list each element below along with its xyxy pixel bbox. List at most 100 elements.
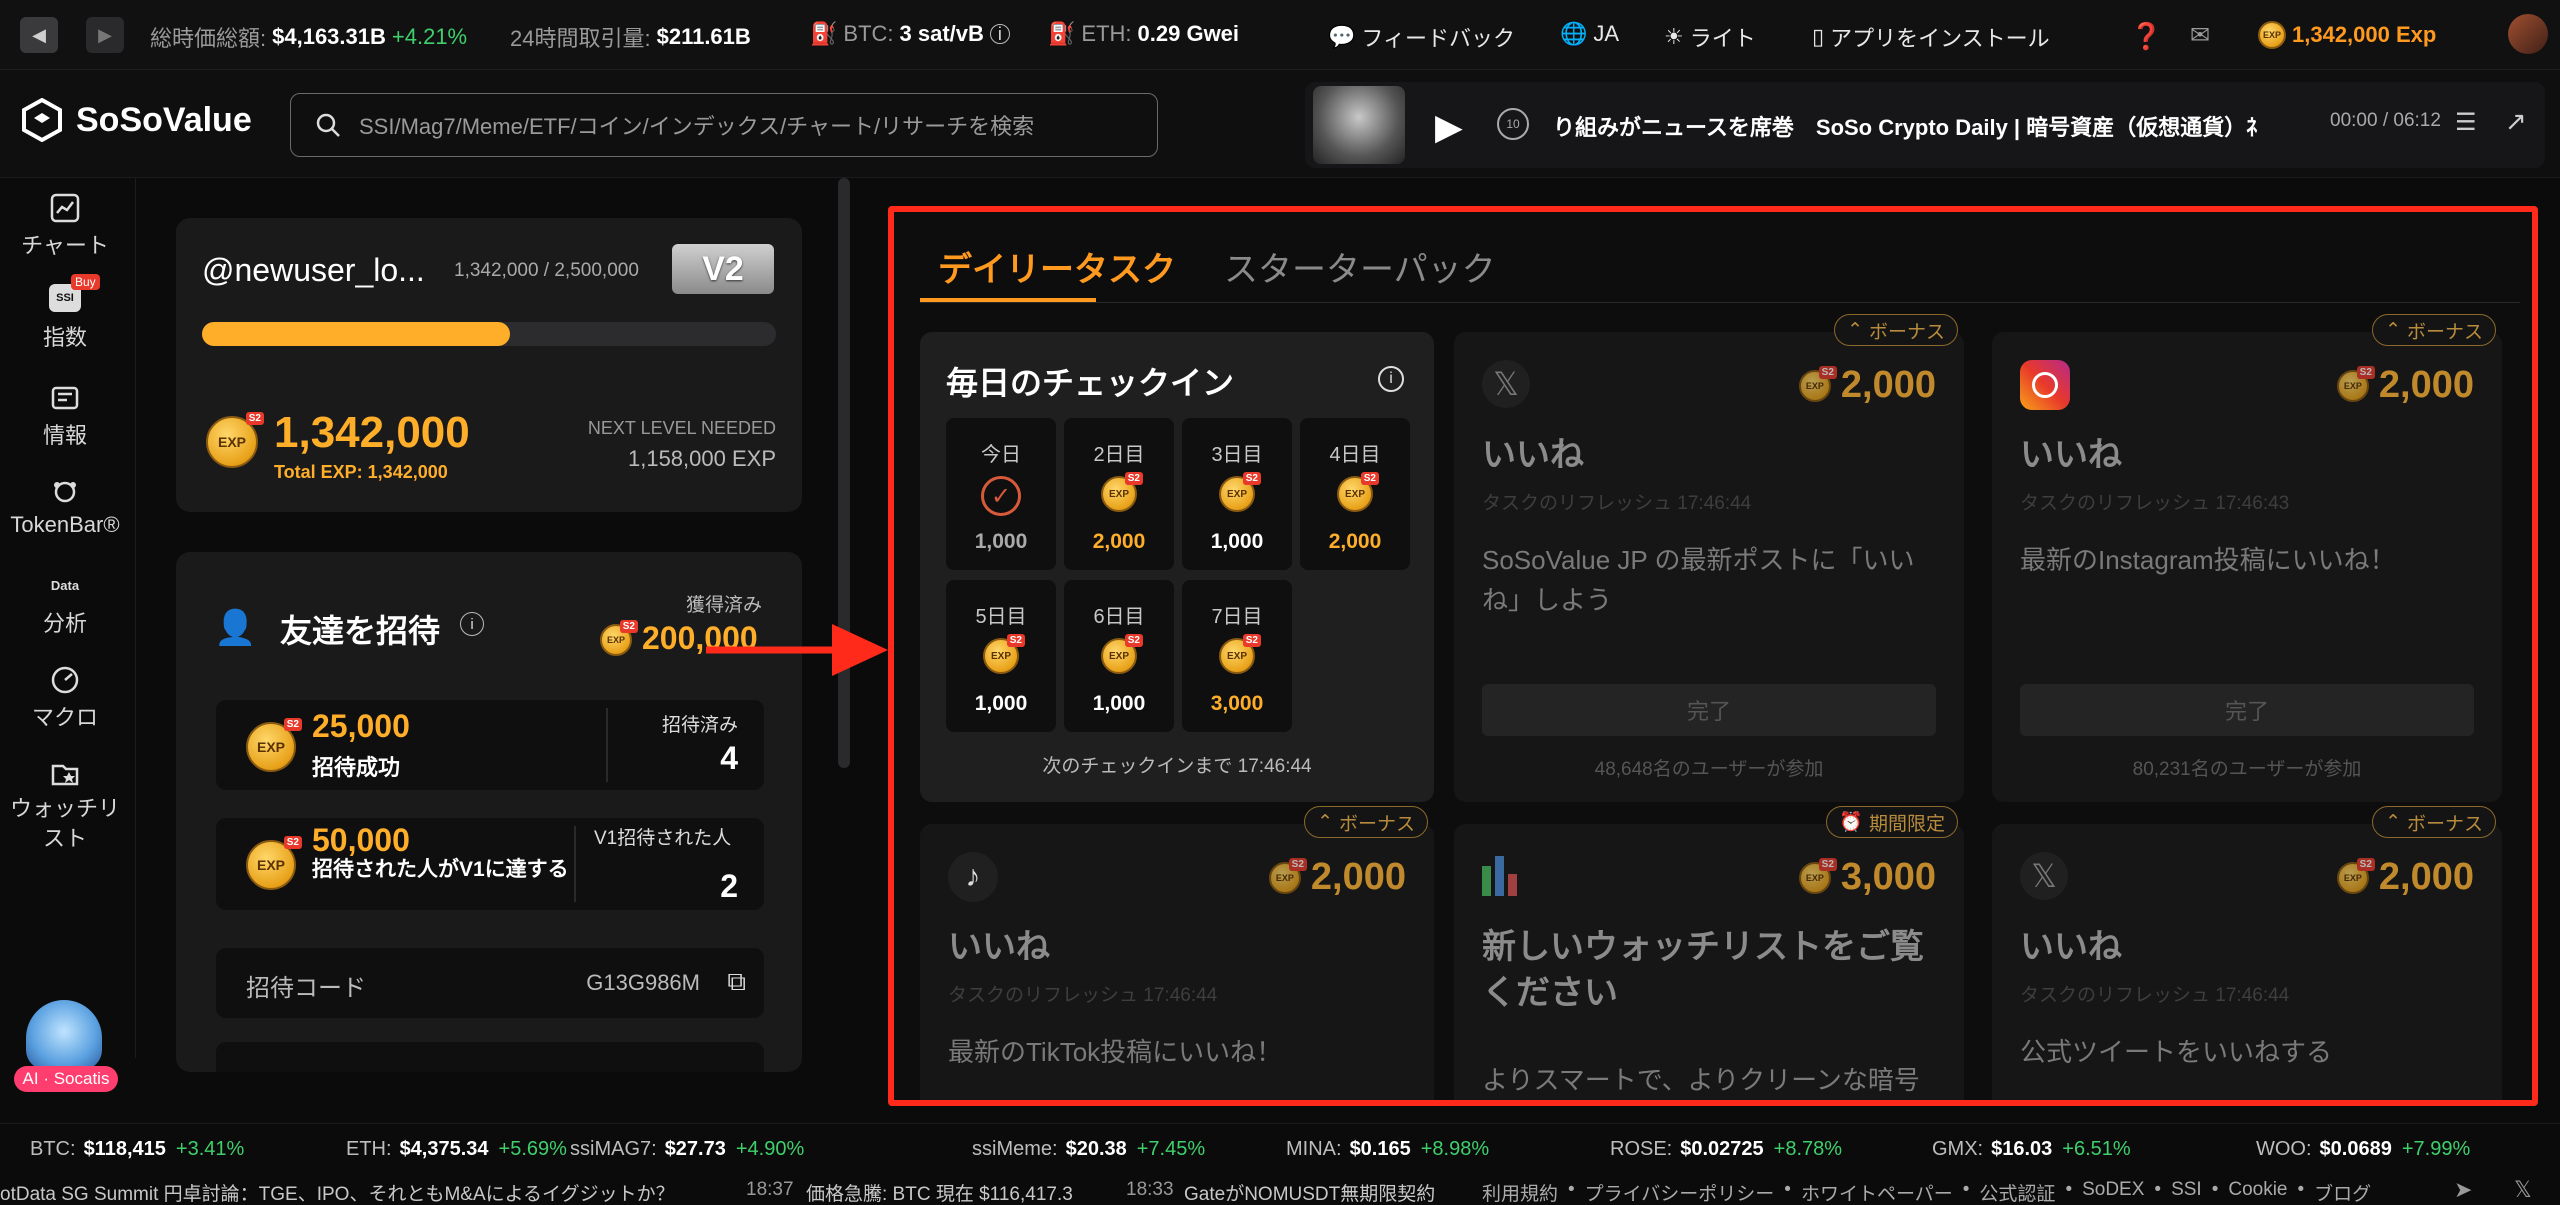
ticker-symbol: GMX: — [1932, 1138, 1984, 1160]
footer-link[interactable]: SoDEX — [2082, 1179, 2144, 1205]
sidebar-item-macro[interactable]: マクロ — [0, 664, 130, 732]
news-item[interactable]: 価格急騰: BTC 現在 $116,417.3 — [806, 1179, 1073, 1205]
checkin-day[interactable]: 3日目 EXP S2 1,000 — [1182, 418, 1292, 570]
checkin-day[interactable]: 今日 ✓ 1,000 — [946, 418, 1056, 570]
task-badge: ⌃ ボーナス — [1834, 314, 1958, 346]
back-button[interactable]: ◀ — [20, 17, 58, 53]
ticker-change: +7.45% — [1136, 1138, 1206, 1160]
ticker-item[interactable]: ROSE: $0.02725 +8.78% — [1610, 1138, 1842, 1161]
sidebar-item-tokenbar[interactable]: TokenBar® — [0, 476, 130, 538]
info-icon[interactable]: i — [989, 24, 1010, 44]
news-item[interactable]: otData SG Summit 円卓討論：TGE、IPO、それともM&Aによる… — [0, 1179, 675, 1205]
task-desc: SoSoValue JP の最新ポストに「いいね」しよう — [1482, 545, 1915, 615]
link-separator: • — [1784, 1179, 1791, 1200]
exp-balance[interactable]: EXP 1,342,000 Exp — [2258, 21, 2436, 49]
podcast-time: 00:00 / 06:12 — [2330, 110, 2441, 131]
task-points: EXP S2 3,000 — [1798, 856, 1936, 899]
copy-icon[interactable]: ⧉ — [727, 966, 746, 998]
theme-toggle[interactable]: ☀ ライト — [1664, 21, 1756, 53]
footer-link[interactable]: ホワイトペーパー — [1801, 1179, 1953, 1205]
sidebar-item-watchlist[interactable]: ウォッチリスト — [0, 758, 130, 854]
exp-coin-icon: EXP — [2258, 21, 2286, 49]
forward-button[interactable]: ▶ — [86, 17, 124, 53]
footer-link[interactable]: プライバシーポリシー — [1585, 1179, 1775, 1205]
exp-value: 1,342,000 — [274, 408, 470, 457]
task-points-value: 2,000 — [2378, 364, 2474, 406]
ticker-item[interactable]: MINA: $0.165 +8.98% — [1286, 1138, 1489, 1161]
sidebar-item-chart[interactable]: チャート — [0, 192, 130, 260]
avatar[interactable] — [2508, 14, 2548, 54]
theme-label: ライト — [1689, 26, 1756, 51]
ai-socatis-button[interactable]: AI · Socatis — [14, 1000, 118, 1094]
task-complete-button[interactable]: 完了 — [2020, 684, 2474, 736]
language-button[interactable]: 🌐 JA — [1560, 21, 1619, 47]
ticker-item[interactable]: ssiMAG7: $27.73 +4.90% — [570, 1138, 804, 1161]
ticker-item[interactable]: BTC: $118,415 +3.41% — [30, 1138, 244, 1161]
footer-link[interactable]: 公式認証 — [1979, 1179, 2055, 1205]
feedback-button[interactable]: 💬 フィードバック — [1328, 21, 1515, 53]
task-participants: 80,231名のユーザーが参加 — [2132, 759, 2362, 780]
install-app-button[interactable]: ▯ アプリをインストール — [1812, 21, 2050, 53]
chevron-right-icon: ▶ — [98, 24, 112, 45]
footer-link[interactable]: 利用規約 — [1482, 1179, 1558, 1205]
info-icon[interactable]: i — [460, 612, 484, 636]
invite-code-field[interactable]: 招待コード G13G986M ⧉ — [216, 948, 764, 1018]
search-placeholder: SSI/Mag7/Meme/ETF/コイン/インデックス/チャート/リサーチを検… — [359, 114, 1035, 139]
task-desc: 最新のTikTok投稿にいいね！ — [948, 1037, 1283, 1067]
help-icon[interactable]: ❓ — [2130, 21, 2162, 52]
task-badge-label: ボーナス — [1868, 321, 1945, 343]
checkin-day[interactable]: 2日目 EXP S2 2,000 — [1064, 418, 1174, 570]
exp-coin-icon: EXP S2 — [246, 718, 302, 772]
x-social-icon[interactable]: 𝕏 — [2514, 1177, 2532, 1203]
eth-fee-value: 0.29 Gwei — [1137, 21, 1240, 46]
task-card[interactable]: EXP S2 3,000 新しいウォッチリストをご覧ください よりスマートで、よりクリー… — [1454, 824, 1964, 1100]
checkin-day[interactable]: 4日目 EXP S2 2,000 — [1300, 418, 1410, 570]
eth-fee-label: ETH: — [1081, 21, 1132, 46]
task-card[interactable]: 𝕏 EXP S2 2,000 いいね タスクのリフレッシュ 17:46:44 SoSoVal… — [1454, 332, 1964, 802]
ticker-symbol: ETH: — [346, 1138, 392, 1160]
tab-daily-tasks[interactable]: デイリータスク — [938, 242, 1176, 291]
share-icon[interactable]: ↗ — [2505, 106, 2527, 137]
sidebar-item-label: 情報 — [42, 423, 87, 448]
ticker-price: $0.0689 — [2319, 1138, 2392, 1160]
main-header: SoSoValue SSI/Mag7/Meme/ETF/コイン/インデックス/チ… — [0, 70, 2560, 178]
exp-coin-icon: EXP S2 — [1101, 634, 1143, 674]
footer-link[interactable]: Cookie — [2228, 1179, 2287, 1205]
checkin-day[interactable]: 5日目 EXP S2 1,000 — [946, 580, 1056, 732]
exp-coin-icon: EXP S2 — [2336, 857, 2375, 894]
sidebar-item-analysis[interactable]: Data 分析 — [0, 570, 130, 638]
search-input[interactable]: SSI/Mag7/Meme/ETF/コイン/インデックス/チャート/リサーチを検… — [290, 93, 1158, 157]
play-icon[interactable]: ▶ — [1435, 106, 1463, 148]
volume-label: 24時間取引量: — [510, 26, 651, 51]
invite-reward-row: EXP S2 25,000 招待成功 招待済み 4 — [216, 700, 764, 790]
tab-starter-pack[interactable]: スターターパック — [1224, 242, 1496, 291]
news-item[interactable]: GateがNOMUSDT無期限契約 — [1184, 1179, 1446, 1205]
sidebar-item-index[interactable]: SSI Buy 指数 — [0, 274, 130, 352]
ticker-item[interactable]: GMX: $16.03 +6.51% — [1932, 1138, 2131, 1161]
footer-link[interactable]: ブログ — [2314, 1179, 2371, 1205]
rewind-10-icon[interactable]: 10 — [1497, 108, 1529, 140]
mail-icon[interactable]: ✉ — [2190, 21, 2210, 50]
ticker-item[interactable]: ssiMeme: $20.38 +7.45% — [972, 1138, 1205, 1161]
level-progress-fill — [202, 322, 511, 346]
level-progress-bar — [202, 322, 776, 346]
task-card[interactable]: 𝕏 EXP S2 2,000 いいね タスクのリフレッシュ 17:46:44 公式ツイートを… — [1992, 824, 2502, 1100]
checkin-day[interactable]: 6日目 EXP S2 1,000 — [1064, 580, 1174, 732]
task-title: 新しいウォッチリストをご覧ください — [1482, 928, 1924, 1012]
reward-points: 25,000 — [312, 708, 410, 744]
telegram-icon[interactable]: ➤ — [2454, 1177, 2472, 1203]
ticker-item[interactable]: ETH: $4,375.34 +5.69% — [346, 1138, 567, 1161]
ticker-item[interactable]: WOO: $0.0689 +7.99% — [2256, 1138, 2470, 1161]
task-card[interactable]: EXP S2 2,000 いいね タスクのリフレッシュ 17:46:43 最新のInsta… — [1992, 332, 2502, 802]
reward-desc: 招待成功 — [312, 755, 401, 780]
task-card[interactable]: ♪ EXP S2 2,000 いいね タスクのリフレッシュ 17:46:44 最新のTikT… — [920, 824, 1434, 1100]
playlist-icon[interactable]: ☰ — [2455, 108, 2477, 137]
checkin-day[interactable]: 7日目 EXP S2 3,000 — [1182, 580, 1292, 732]
task-complete-button[interactable]: 完了 — [1482, 684, 1936, 736]
info-icon[interactable]: i — [1378, 366, 1404, 392]
chevron-left-icon: ◀ — [32, 24, 46, 45]
logo[interactable]: SoSoValue — [20, 98, 252, 142]
checkin-title: 毎日のチェックイン — [946, 365, 1235, 401]
sidebar-item-news[interactable]: 情報 — [0, 382, 130, 450]
footer-link[interactable]: SSI — [2171, 1179, 2202, 1205]
